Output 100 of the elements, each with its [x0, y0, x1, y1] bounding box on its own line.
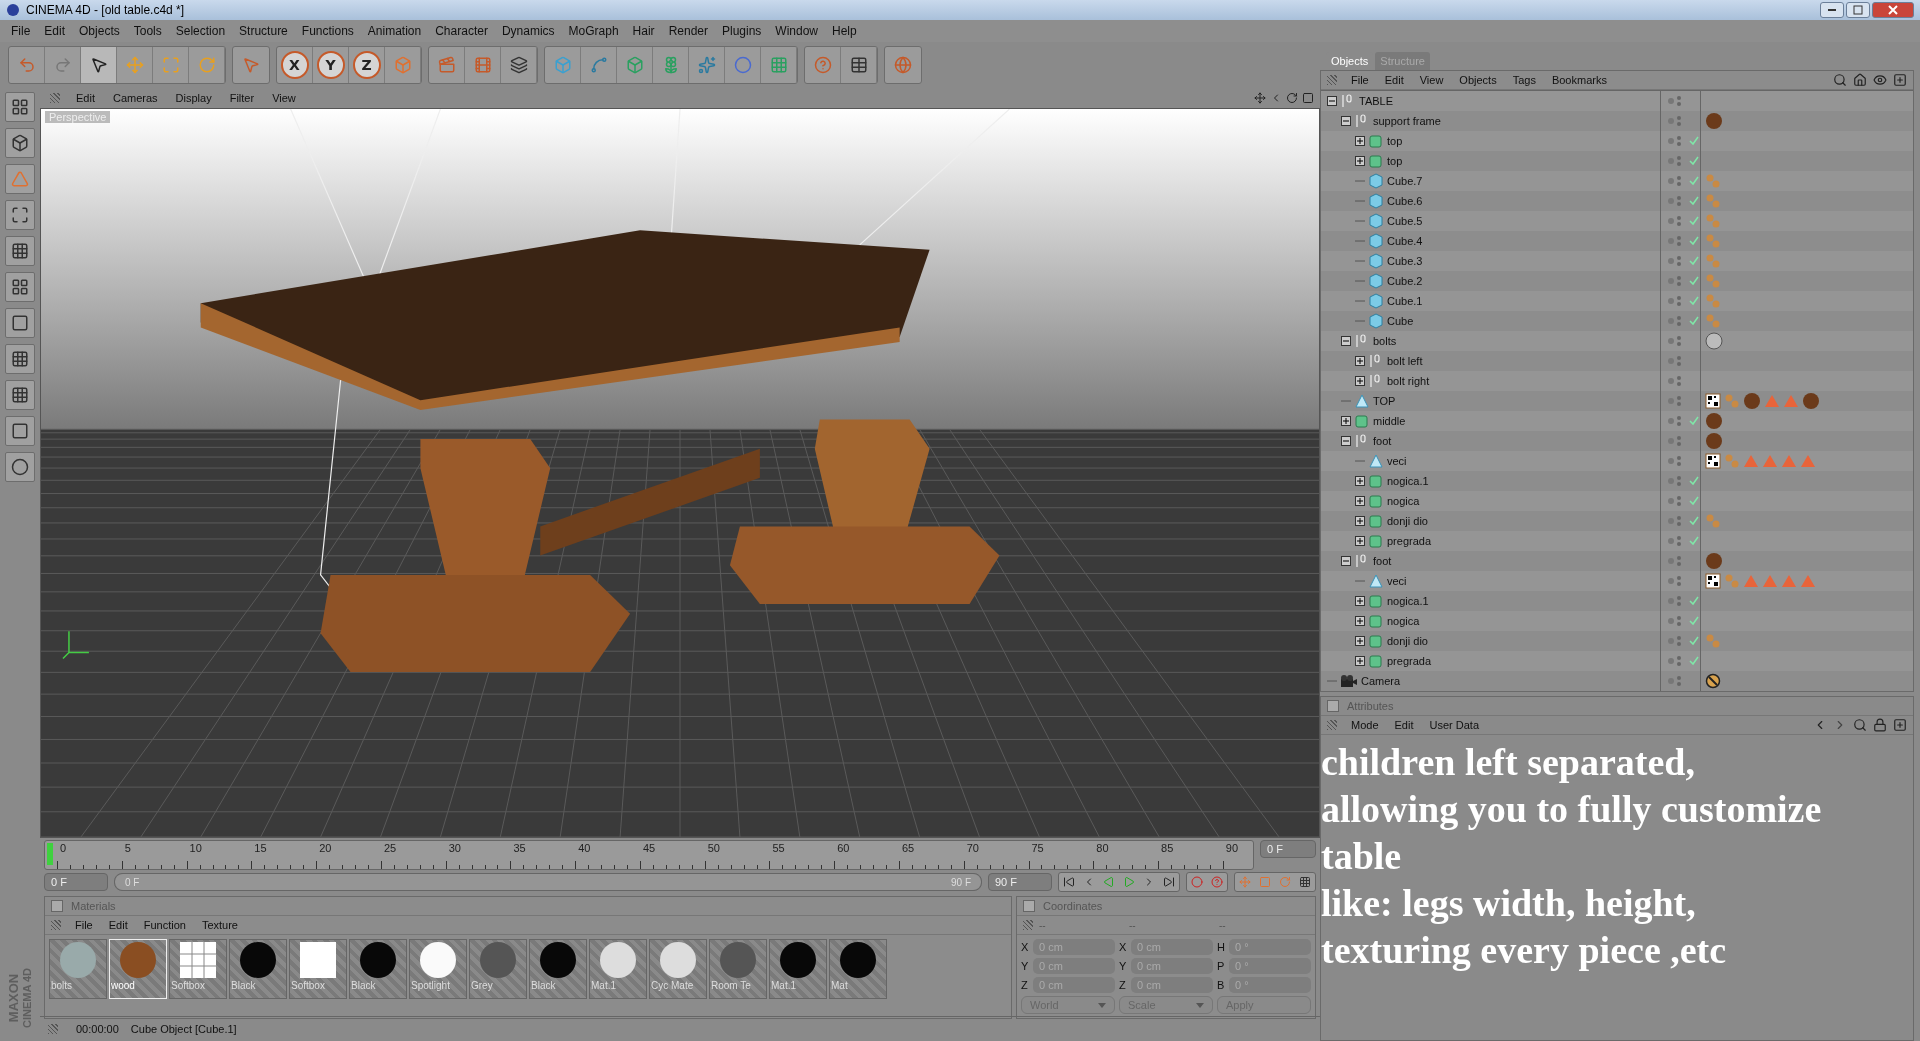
- viewport-menu-item[interactable]: Filter: [221, 92, 263, 104]
- expand-icon[interactable]: [1355, 636, 1365, 646]
- menu-item[interactable]: Edit: [37, 24, 73, 38]
- material-sphere-icon[interactable]: [1802, 392, 1820, 410]
- search-icon[interactable]: [1833, 73, 1847, 87]
- grid-button[interactable]: [5, 236, 35, 266]
- two-dots-icon[interactable]: [1705, 193, 1721, 209]
- menu-item[interactable]: Hair: [625, 24, 662, 38]
- checkmark-icon[interactable]: [1689, 256, 1699, 266]
- checkmark-icon[interactable]: [1689, 136, 1699, 146]
- object-row[interactable]: Cube.7: [1321, 171, 1913, 191]
- material-swatch[interactable]: Softbox: [169, 939, 227, 999]
- two-dots-icon[interactable]: [1705, 253, 1721, 269]
- menu-item[interactable]: File: [4, 24, 38, 38]
- triangle-icon[interactable]: [1762, 453, 1778, 469]
- collapse-icon[interactable]: [1341, 336, 1351, 346]
- viewport-menu-item[interactable]: Edit: [68, 92, 103, 104]
- object-row[interactable]: veci: [1321, 571, 1913, 591]
- panel-checkbox[interactable]: [51, 900, 63, 912]
- grid-view-button[interactable]: [5, 92, 35, 122]
- object-row[interactable]: TABLE: [1321, 91, 1913, 111]
- triangle-icon[interactable]: [1783, 393, 1799, 409]
- checker-icon[interactable]: [1705, 573, 1721, 589]
- checker-icon[interactable]: [1705, 393, 1721, 409]
- collapse-icon[interactable]: [1341, 436, 1351, 446]
- checker-button[interactable]: [5, 380, 35, 410]
- maximize-view-icon[interactable]: [1302, 92, 1314, 104]
- material-swatch[interactable]: Black: [229, 939, 287, 999]
- checkmark-icon[interactable]: [1689, 176, 1699, 186]
- two-dots-icon[interactable]: [1705, 213, 1721, 229]
- checkmark-icon[interactable]: [1689, 296, 1699, 306]
- objects-menu-item[interactable]: Bookmarks: [1543, 74, 1615, 86]
- menu-item[interactable]: Structure: [232, 24, 295, 38]
- triangle-icon[interactable]: [1781, 573, 1797, 589]
- menu-item[interactable]: Selection: [168, 24, 233, 38]
- expand-icon[interactable]: [1355, 476, 1365, 486]
- collapse-icon[interactable]: [1341, 556, 1351, 566]
- end-frame-field[interactable]: 90 F: [988, 873, 1052, 891]
- checkmark-icon[interactable]: [1689, 476, 1699, 486]
- materials-menu-item[interactable]: Texture: [193, 919, 246, 931]
- object-row[interactable]: top: [1321, 131, 1913, 151]
- new-panel-icon[interactable]: [1893, 73, 1907, 87]
- object-row[interactable]: Cube.1: [1321, 291, 1913, 311]
- material-swatch[interactable]: Softbox: [289, 939, 347, 999]
- triangle-icon[interactable]: [1800, 453, 1816, 469]
- expand-icon[interactable]: [1355, 516, 1365, 526]
- object-row[interactable]: pregrada: [1321, 651, 1913, 671]
- playhead[interactable]: [47, 843, 53, 865]
- checkmark-icon[interactable]: [1689, 216, 1699, 226]
- object-row[interactable]: middle: [1321, 411, 1913, 431]
- two-dots-icon[interactable]: [1724, 393, 1740, 409]
- object-row[interactable]: nogica: [1321, 611, 1913, 631]
- two-dots-icon[interactable]: [1705, 293, 1721, 309]
- object-row[interactable]: bolt right: [1321, 371, 1913, 391]
- expand-icon[interactable]: [1355, 376, 1365, 386]
- objects-menu-item[interactable]: View: [1411, 74, 1452, 86]
- materials-menu-item[interactable]: Function: [135, 919, 194, 931]
- triangle-icon[interactable]: [1743, 573, 1759, 589]
- object-row[interactable]: veci: [1321, 451, 1913, 471]
- globe-button[interactable]: [884, 46, 922, 84]
- expand-icon[interactable]: [1355, 496, 1365, 506]
- checkmark-icon[interactable]: [1689, 496, 1699, 506]
- viewport-menu-item[interactable]: Cameras: [104, 92, 166, 104]
- expand-icon[interactable]: [1355, 136, 1365, 146]
- material-swatch[interactable]: Room Te: [709, 939, 767, 999]
- texture-button[interactable]: [5, 416, 35, 446]
- attributes-menu-item[interactable]: Mode: [1343, 719, 1387, 731]
- menu-item[interactable]: Window: [768, 24, 826, 38]
- expand-icon[interactable]: [1355, 156, 1365, 166]
- material-swatch[interactable]: Spotlight: [409, 939, 467, 999]
- viewport-menu-item[interactable]: View: [264, 92, 304, 104]
- two-dots-icon[interactable]: [1724, 453, 1740, 469]
- prohibited-icon[interactable]: [1705, 673, 1721, 689]
- start-frame-field[interactable]: 0 F: [44, 873, 108, 891]
- expand-icon[interactable]: [1355, 616, 1365, 626]
- expand-icon[interactable]: [1355, 356, 1365, 366]
- expand-icon[interactable]: [1341, 416, 1351, 426]
- search-icon[interactable]: [1853, 718, 1867, 732]
- triangle-icon[interactable]: [1764, 393, 1780, 409]
- object-row[interactable]: Cube.3: [1321, 251, 1913, 271]
- menu-item[interactable]: Render: [661, 24, 715, 38]
- sculpt-button[interactable]: [5, 452, 35, 482]
- panel-checkbox[interactable]: [1023, 900, 1035, 912]
- pointer-button[interactable]: [81, 47, 117, 83]
- rotate-icon[interactable]: [1286, 92, 1298, 104]
- checkmark-icon[interactable]: [1689, 516, 1699, 526]
- menu-item[interactable]: Objects: [72, 24, 127, 38]
- menu-item[interactable]: Dynamics: [494, 24, 562, 38]
- checkmark-icon[interactable]: [1689, 636, 1699, 646]
- checkmark-icon[interactable]: [1689, 616, 1699, 626]
- material-sphere-icon[interactable]: [1743, 392, 1761, 410]
- materials-menu-item[interactable]: File: [67, 919, 101, 931]
- menu-item[interactable]: Functions: [294, 24, 361, 38]
- panel-checkbox[interactable]: [1327, 700, 1339, 712]
- axis-button[interactable]: [5, 200, 35, 230]
- object-row[interactable]: bolts: [1321, 331, 1913, 351]
- collapse-icon[interactable]: [1327, 96, 1337, 106]
- pan-icon[interactable]: [1254, 92, 1266, 104]
- checkmark-icon[interactable]: [1689, 196, 1699, 206]
- expand-icon[interactable]: [1355, 596, 1365, 606]
